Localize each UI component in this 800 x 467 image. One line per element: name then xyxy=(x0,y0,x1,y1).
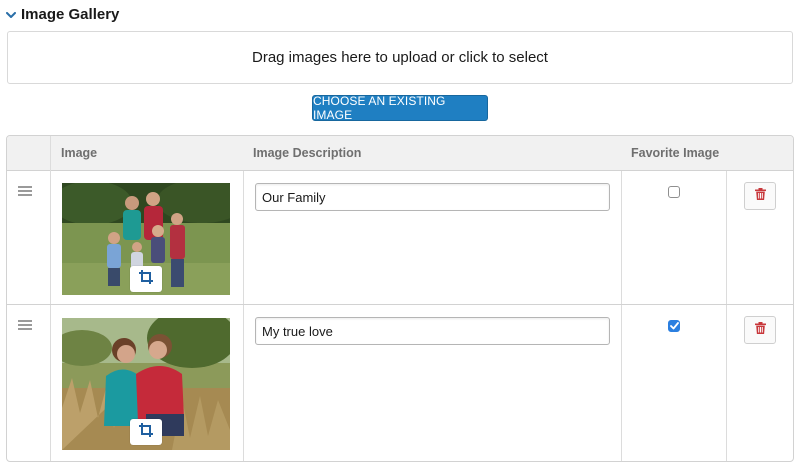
delete-image-button[interactable] xyxy=(744,182,776,210)
delete-image-button[interactable] xyxy=(744,316,776,344)
crop-icon xyxy=(139,422,153,442)
section-title: Image Gallery xyxy=(21,5,120,23)
dropzone-text: Drag images here to upload or click to s… xyxy=(252,49,548,66)
checkmark-icon xyxy=(669,322,679,330)
chevron-down-icon xyxy=(6,10,16,20)
trash-icon xyxy=(754,321,766,339)
crop-button[interactable] xyxy=(130,266,162,292)
favorite-checkbox[interactable] xyxy=(668,320,680,332)
column-header-description: Image Description xyxy=(253,146,362,160)
favorite-checkbox[interactable] xyxy=(668,186,680,198)
gallery-table: Image Image Description Favorite Image xyxy=(6,135,794,462)
column-header-image: Image xyxy=(61,146,98,160)
crop-button[interactable] xyxy=(130,419,162,445)
image-description-input[interactable] xyxy=(255,317,610,345)
drag-handle-icon[interactable] xyxy=(18,186,32,196)
upload-dropzone[interactable]: Drag images here to upload or click to s… xyxy=(7,31,793,84)
choose-existing-image-button[interactable]: CHOOSE AN EXISTING IMAGE xyxy=(312,94,488,122)
drag-handle-icon[interactable] xyxy=(18,320,32,330)
crop-icon xyxy=(139,269,153,289)
trash-icon xyxy=(754,187,766,205)
table-row xyxy=(7,171,793,305)
column-header-favorite: Favorite Image xyxy=(631,146,720,160)
section-toggle[interactable]: Image Gallery xyxy=(6,4,119,24)
couple-photo xyxy=(62,318,230,450)
image-description-input[interactable] xyxy=(255,183,610,211)
family-photo xyxy=(62,183,230,295)
table-header: Image Image Description Favorite Image xyxy=(7,136,793,171)
table-row xyxy=(7,305,793,461)
